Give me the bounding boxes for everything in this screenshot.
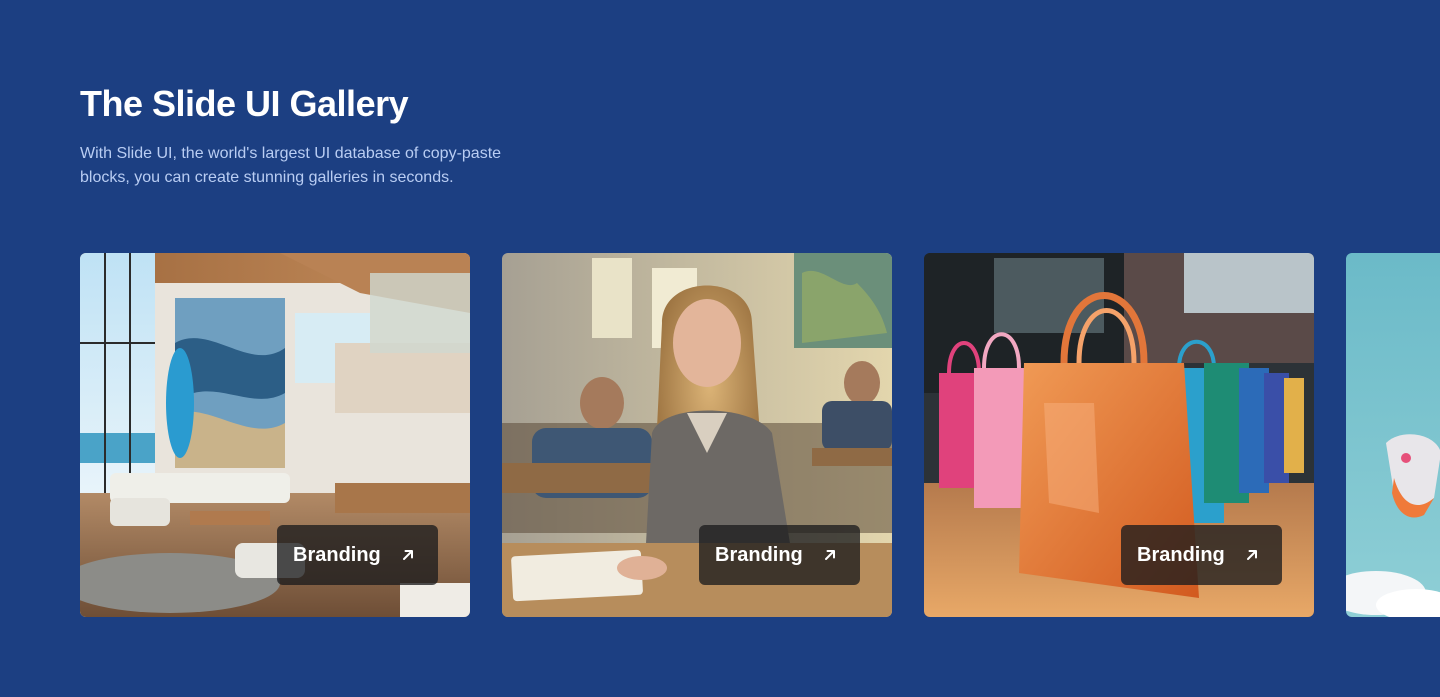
gallery-image-sneaker (1346, 253, 1440, 617)
gallery-card[interactable]: Branding (924, 253, 1314, 617)
gallery-row: Branding Branding Branding (80, 253, 1440, 617)
badge-label: Branding (715, 543, 803, 566)
page-title: The Slide UI Gallery (80, 83, 409, 124)
arrow-up-right-icon (403, 550, 413, 560)
category-badge[interactable]: Branding (277, 525, 438, 585)
category-badge[interactable]: Branding (699, 525, 860, 585)
page-subtitle: With Slide UI, the world's largest UI da… (80, 145, 502, 186)
gallery-card[interactable]: Branding (502, 253, 892, 617)
gallery-card[interactable]: Branding (80, 253, 470, 617)
category-badge[interactable]: Branding (1121, 525, 1282, 585)
arrow-up-right-icon (825, 550, 835, 560)
badge-label: Branding (1137, 543, 1225, 566)
gallery-card[interactable] (1346, 253, 1440, 617)
badge-label: Branding (293, 543, 381, 566)
gallery-section: The Slide UI Gallery With Slide UI, the … (0, 0, 1440, 697)
arrow-up-right-icon (1247, 550, 1257, 560)
